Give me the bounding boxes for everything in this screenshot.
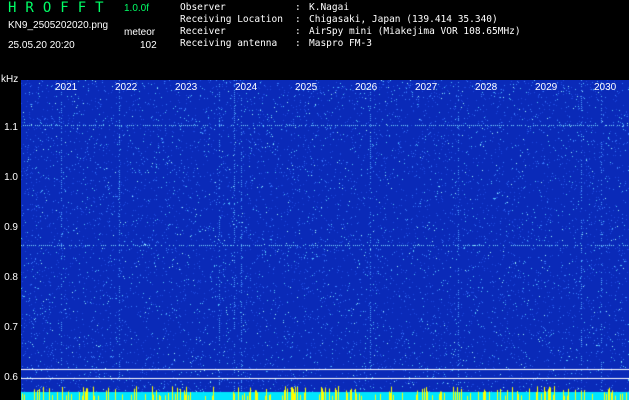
info-row-observer: Observer: K.Nagai [180,2,521,14]
x-tick-label: 2022 [115,82,138,93]
info-key: Receiver [180,26,226,37]
x-tick-label: 2024 [235,82,258,93]
datetime-label: 25.05.20 20:20 [8,40,75,51]
app-title: HROFFT [8,0,113,16]
info-row-location: Receiving Location: Chigasaki, Japan (139… [180,14,521,26]
header-bar: HROFFT 1.0.0f KN9_2505202020.png 25.05.2… [0,0,629,80]
meteor-count: 102 [140,40,157,51]
x-tick-label: 2025 [295,82,318,93]
x-tick-label: 2023 [175,82,198,93]
y-tick-label: 0.6 [4,372,18,383]
info-key: Observer [180,2,226,13]
info-value: Chigasaki, Japan (139.414 35.340) [309,14,498,25]
info-value: AirSpy mini (Miakejima VOR 108.65MHz) [309,26,521,37]
y-tick-label: 1.1 [4,122,18,133]
station-info: Observer: K.Nagai Receiving Location: Chig… [180,2,521,50]
y-tick-label: 1.0 [4,172,18,183]
y-tick-label: 0.7 [4,322,18,333]
info-row-receiver: Receiver: AirSpy mini (Miakejima VOR 108.… [180,26,521,38]
y-tick-label: 0.9 [4,222,18,233]
x-tick-label: 2021 [55,82,78,93]
info-sep: : [295,26,301,37]
meteor-label: meteor [124,27,156,38]
info-row-antenna: Receiving antenna: Maspro FM-3 [180,38,521,50]
info-value: K.Nagai [309,2,350,13]
info-key: Receiving antenna [180,38,278,49]
y-axis-unit: kHz [1,74,19,85]
info-sep: : [295,38,301,49]
y-tick-label: 0.8 [4,272,18,283]
info-sep: : [295,2,301,13]
x-tick-label: 2026 [355,82,378,93]
info-sep: : [295,14,301,25]
info-value: Maspro FM-3 [309,38,372,49]
x-tick-label: 2030 [594,82,617,93]
x-tick-label: 2029 [535,82,558,93]
x-tick-label: 2027 [415,82,438,93]
version-label: 1.0.0f [124,3,150,14]
waterfall-spectrogram [21,80,629,400]
filename-label: KN9_2505202020.png [8,20,109,31]
info-key: Receiving Location [180,14,283,25]
x-tick-label: 2028 [475,82,498,93]
